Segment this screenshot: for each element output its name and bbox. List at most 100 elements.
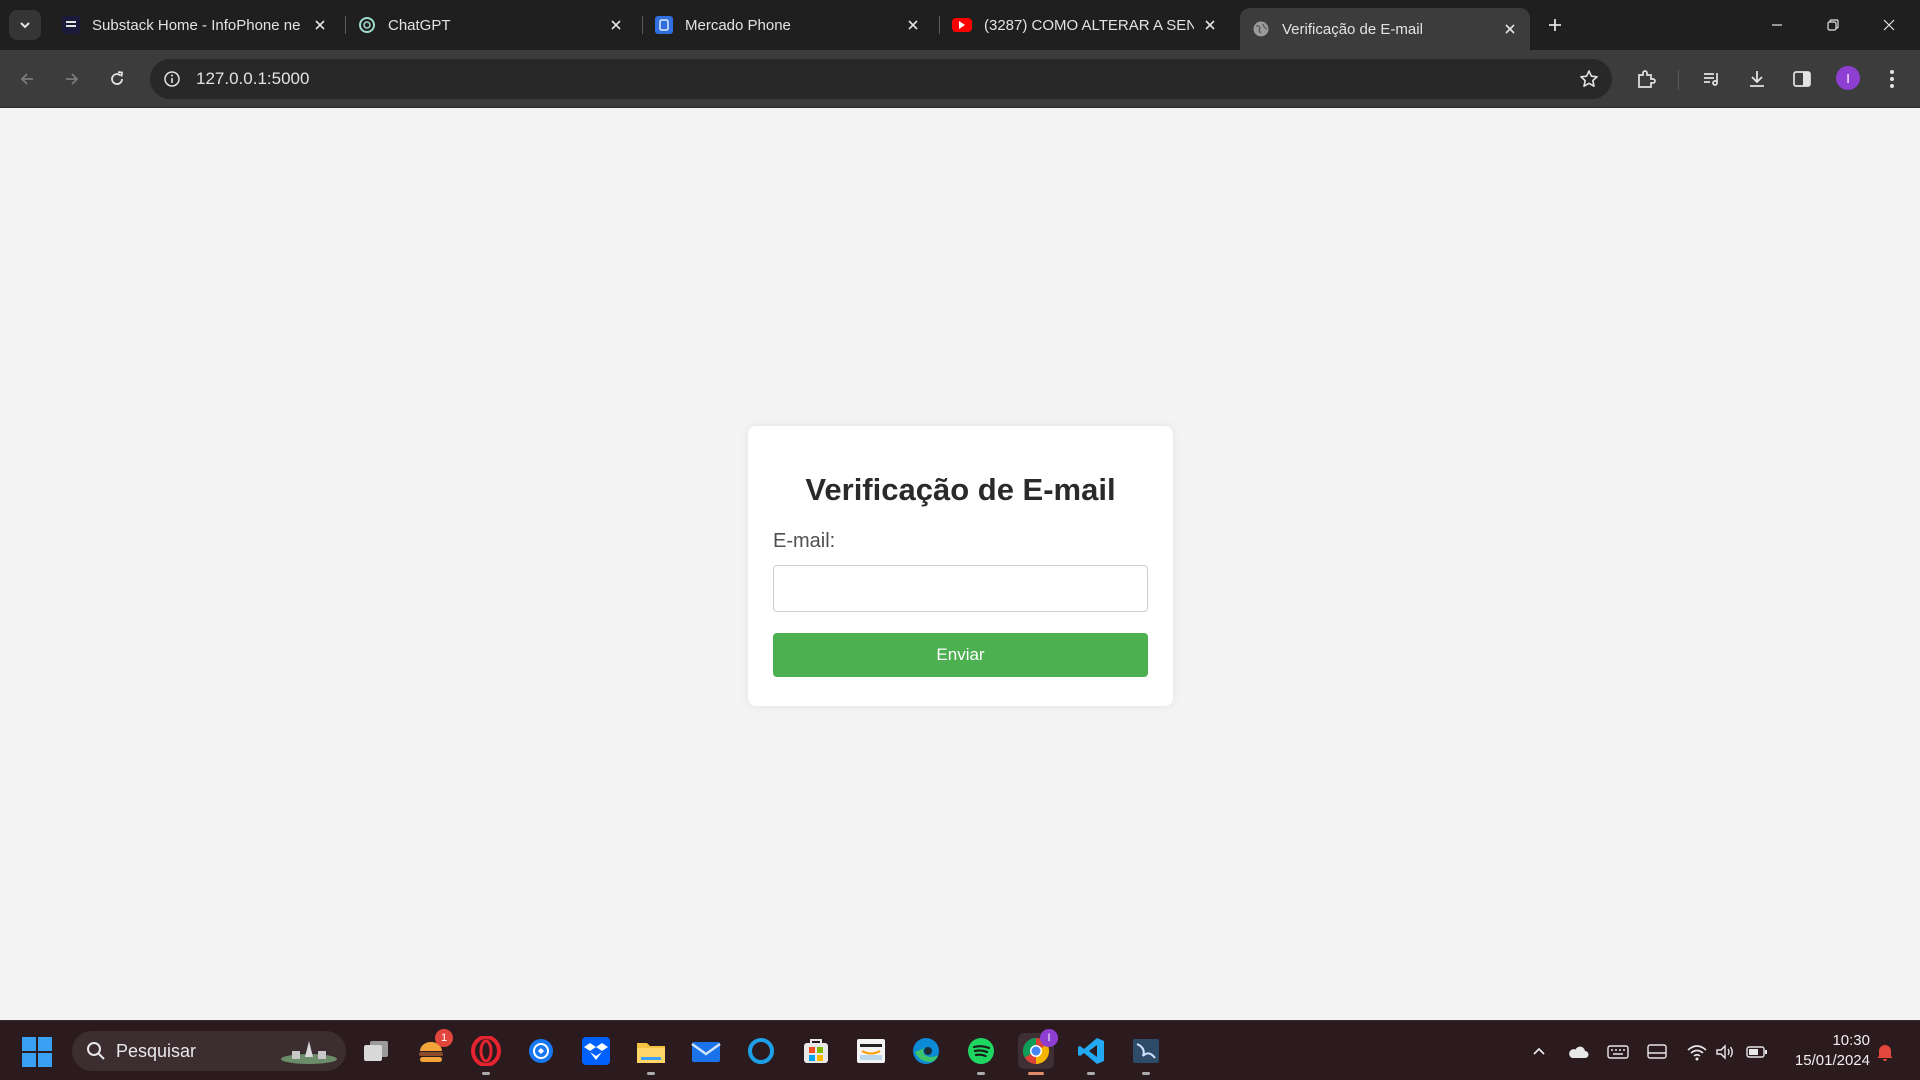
- tab-search-button[interactable]: [9, 10, 41, 40]
- show-hidden-icons-button[interactable]: [1526, 1039, 1552, 1065]
- submit-button[interactable]: Enviar: [773, 633, 1148, 677]
- battery-icon: [1746, 1046, 1767, 1058]
- windows-logo-icon: [22, 1053, 36, 1067]
- taskbar: Pesquisar 1 I 10:30 15/01/2024: [0, 1020, 1920, 1080]
- globe-icon: [1252, 20, 1270, 38]
- bell-icon: [1877, 1045, 1893, 1061]
- minimize-icon: [1772, 24, 1782, 26]
- clock-date: 15/01/2024: [1794, 1052, 1870, 1069]
- mercado-phone-icon: [655, 16, 673, 34]
- restore-icon: [1827, 19, 1839, 31]
- tab-youtube[interactable]: (3287) COMO ALTERAR A SENH: [940, 8, 1230, 42]
- tab-strip: Substack Home - InfoPhone ne ChatGPT Mer…: [0, 0, 1920, 50]
- edge-app[interactable]: [908, 1033, 944, 1069]
- edge-icon: [913, 1038, 939, 1064]
- kebab-menu-icon: [1890, 70, 1894, 88]
- download-icon: [1750, 71, 1764, 87]
- spotify-icon: [968, 1038, 994, 1064]
- windows-logo-icon: [22, 1037, 36, 1051]
- email-label: E-mail:: [773, 530, 836, 552]
- site-info-icon[interactable]: [156, 63, 188, 95]
- running-indicator: [1142, 1072, 1150, 1075]
- profile-badge: I: [1040, 1029, 1058, 1047]
- messenger-app[interactable]: [523, 1033, 559, 1069]
- extensions-button[interactable]: [1629, 62, 1663, 96]
- close-icon[interactable]: [1500, 19, 1520, 39]
- chatgpt-icon: [358, 16, 376, 34]
- tab-title: Substack Home - InfoPhone ne: [92, 16, 301, 34]
- opera-icon: [471, 1036, 501, 1066]
- close-icon[interactable]: [606, 15, 626, 35]
- volume-icon: [1716, 1044, 1733, 1060]
- tab-mercado-phone[interactable]: Mercado Phone: [643, 8, 933, 42]
- file-explorer-app[interactable]: [633, 1033, 669, 1075]
- spotify-app[interactable]: [963, 1033, 999, 1075]
- close-icon: [1883, 19, 1895, 31]
- tab-substack[interactable]: Substack Home - InfoPhone ne: [50, 8, 340, 42]
- downloads-button[interactable]: [1740, 62, 1774, 96]
- tab-verificacao[interactable]: Verificação de E-mail: [1240, 8, 1530, 50]
- task-view-button[interactable]: [358, 1033, 394, 1069]
- search-icon: [87, 1042, 105, 1060]
- browser-toolbar: 127.0.0.1:5000: [0, 50, 1920, 108]
- forward-button[interactable]: [55, 62, 89, 96]
- start-button[interactable]: [22, 1037, 52, 1067]
- store-app[interactable]: [798, 1033, 834, 1069]
- media-queue-icon: [1704, 73, 1718, 86]
- task-view-icon: [364, 1041, 388, 1061]
- sql-studio-app[interactable]: [1128, 1033, 1164, 1075]
- amazon-app[interactable]: [853, 1033, 889, 1069]
- minimize-button[interactable]: [1754, 8, 1800, 42]
- chevron-up-icon: [1533, 1047, 1545, 1055]
- running-indicator: [482, 1072, 490, 1075]
- close-window-button[interactable]: [1866, 8, 1912, 42]
- windows-logo-icon: [38, 1053, 52, 1067]
- side-panel-button[interactable]: [1785, 62, 1819, 96]
- substack-icon: [62, 16, 80, 34]
- email-input[interactable]: [773, 565, 1148, 612]
- close-icon[interactable]: [1200, 15, 1220, 35]
- close-icon[interactable]: [903, 15, 923, 35]
- page-viewport: Verificação de E-mail E-mail: Enviar: [0, 108, 1920, 1020]
- keyboard-tray[interactable]: [1605, 1039, 1631, 1065]
- address-bar[interactable]: 127.0.0.1:5000: [150, 59, 1612, 99]
- dropbox-app[interactable]: [578, 1033, 614, 1069]
- close-icon[interactable]: [310, 15, 330, 35]
- browser-menu-button[interactable]: [1875, 62, 1909, 96]
- back-button[interactable]: [10, 62, 44, 96]
- sql-studio-icon: [1133, 1039, 1159, 1063]
- opera-app[interactable]: [468, 1033, 504, 1075]
- tab-chatgpt[interactable]: ChatGPT: [346, 8, 636, 42]
- reload-button[interactable]: [100, 62, 134, 96]
- profile-avatar[interactable]: I: [1836, 66, 1860, 90]
- notifications-button[interactable]: [1872, 1039, 1898, 1065]
- tab-title: Mercado Phone: [685, 16, 791, 34]
- restore-button[interactable]: [1810, 8, 1856, 42]
- page-title: Verificação de E-mail: [805, 472, 1116, 507]
- verification-card: Verificação de E-mail E-mail: Enviar: [748, 426, 1173, 706]
- mail-icon: [691, 1042, 721, 1062]
- battery-tray[interactable]: [1744, 1039, 1770, 1065]
- vscode-app[interactable]: [1073, 1033, 1109, 1075]
- side-panel-icon: [1793, 71, 1811, 87]
- display-tray[interactable]: [1644, 1039, 1670, 1065]
- notification-badge: 1: [435, 1029, 453, 1047]
- youtube-icon: [952, 18, 972, 32]
- onedrive-tray[interactable]: [1565, 1039, 1591, 1065]
- media-control-button[interactable]: [1695, 62, 1729, 96]
- food-delivery-app[interactable]: 1: [413, 1029, 453, 1069]
- volume-tray[interactable]: [1712, 1039, 1738, 1065]
- clock[interactable]: 10:30 15/01/2024: [1780, 1031, 1870, 1071]
- dropbox-icon: [582, 1037, 610, 1065]
- messenger-icon: [529, 1039, 553, 1063]
- bookmark-star-icon[interactable]: [1572, 62, 1606, 96]
- chrome-app[interactable]: I: [1018, 1029, 1058, 1075]
- reload-icon: [111, 71, 124, 85]
- file-explorer-icon: [637, 1043, 665, 1063]
- wifi-tray[interactable]: [1684, 1039, 1710, 1065]
- running-indicator: [1028, 1072, 1044, 1075]
- taskbar-search[interactable]: Pesquisar: [72, 1031, 346, 1071]
- mail-app[interactable]: [688, 1033, 724, 1069]
- new-tab-button[interactable]: [1542, 12, 1568, 38]
- cortana-app[interactable]: [743, 1033, 779, 1069]
